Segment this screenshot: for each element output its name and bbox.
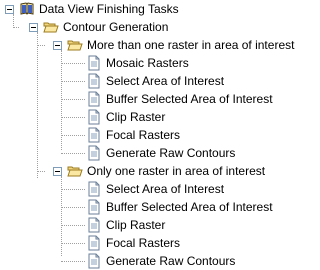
tree-line [61,153,85,154]
tree-node-contour-generation[interactable]: Contour Generation [29,18,168,36]
tree-node-label: Only one raster in area of interest [87,164,266,178]
tree-line [61,225,85,226]
tree-item-focal-rasters[interactable]: Focal Rasters [86,126,180,144]
document-icon [88,127,100,143]
document-icon [88,145,100,161]
tree-line [61,261,85,262]
tree-node-folder-only-one-raster[interactable]: Only one raster in area of interest [53,162,265,180]
document-icon [88,73,100,89]
tree-item-label: Buffer Selected Area of Interest [106,200,273,214]
tree-node-label: More than one raster in area of interest [87,38,295,52]
collapse-toggle[interactable] [53,166,62,176]
document-icon [88,217,100,233]
tree-item-label: Focal Rasters [106,236,181,250]
tree-line [37,171,45,172]
tree-item-focal-rasters[interactable]: Focal Rasters [86,234,180,252]
open-folder-icon [67,166,83,177]
collapse-toggle[interactable] [5,4,14,14]
document-icon [88,235,100,251]
tree-line [61,117,85,118]
tree-item-generate-raw-contours[interactable]: Generate Raw Contours [86,144,235,162]
tree-item-clip-raster[interactable]: Clip Raster [86,216,165,234]
tree-item-buffer-selected-area[interactable]: Buffer Selected Area of Interest [86,90,273,108]
tree-line [61,99,85,100]
tree-item-label: Generate Raw Contours [106,146,236,160]
document-icon [88,55,100,71]
tree-line [61,63,85,64]
collapse-toggle[interactable] [29,22,38,32]
tree-item-mosaic-rasters[interactable]: Mosaic Rasters [86,54,189,72]
book-icon [20,2,34,15]
document-icon [88,253,100,269]
open-folder-icon [43,22,59,33]
tree-node-root[interactable]: Data View Finishing Tasks [5,0,179,18]
tree-item-select-area-of-interest[interactable]: Select Area of Interest [86,180,224,198]
task-tree: Data View Finishing Tasks Contour Genera… [0,0,302,270]
document-icon [88,199,100,215]
tree-line [61,243,85,244]
tree-line [61,207,85,208]
tree-line [37,45,45,46]
tree-item-label: Buffer Selected Area of Interest [106,92,273,106]
tree-item-label: Clip Raster [106,218,166,232]
tree-node-label: Data View Finishing Tasks [39,2,179,16]
open-folder-icon [67,40,83,51]
tree-line [61,135,85,136]
tree-item-buffer-selected-area[interactable]: Buffer Selected Area of Interest [86,198,273,216]
collapse-toggle[interactable] [53,40,62,50]
tree-line [61,189,85,190]
tree-item-label: Select Area of Interest [106,74,225,88]
tree-item-label: Focal Rasters [106,128,181,142]
document-icon [88,109,100,125]
tree-node-label: Contour Generation [63,20,169,34]
tree-item-clip-raster[interactable]: Clip Raster [86,108,165,126]
tree-item-label: Clip Raster [106,110,166,124]
tree-node-folder-more-than-one-raster[interactable]: More than one raster in area of interest [53,36,294,54]
document-icon [88,181,100,197]
tree-item-generate-raw-contours[interactable]: Generate Raw Contours [86,252,235,270]
tree-line [61,176,62,256]
tree-line [13,27,19,28]
tree-line [61,81,85,82]
tree-item-select-area-of-interest[interactable]: Select Area of Interest [86,72,224,90]
tree-line [37,32,38,178]
document-icon [88,91,100,107]
tree-item-label: Select Area of Interest [106,182,225,196]
tree-item-label: Mosaic Rasters [106,56,189,70]
tree-item-label: Generate Raw Contours [106,254,236,268]
